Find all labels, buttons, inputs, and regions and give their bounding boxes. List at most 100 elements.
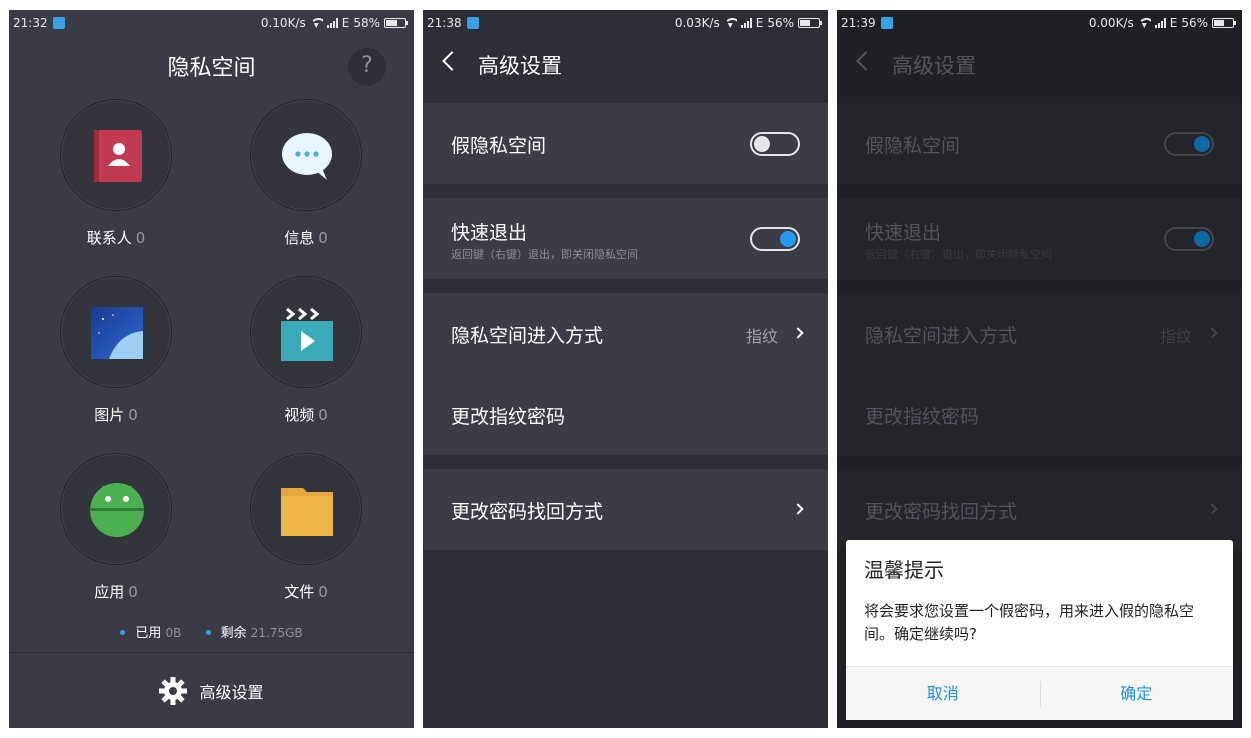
free-label: 剩余 [220,626,247,641]
tile-label: 应用 [94,583,125,601]
fake-space-dialog-screen: 21:39 0.00K/s E 56% 高级设置 假隐私空间 快速退出 返回键（… [837,10,1242,728]
fake-space-toggle[interactable] [750,132,800,156]
back-arrow-icon[interactable] [442,51,462,71]
video-icon [281,307,333,361]
entry-section: 隐私空间进入方式 指纹 更改指纹密码 [837,293,1242,455]
sim-icon [881,17,893,29]
chevron-right-icon [792,327,804,339]
cancel-button[interactable]: 取消 [846,667,1040,721]
row-value: 指纹 [745,327,778,346]
tile-label: 信息 [284,229,315,247]
tile-circle [60,99,172,211]
row-label: 快速退出 [865,222,942,244]
used-dot [120,630,126,635]
row-label: 快速退出 [451,222,528,244]
advanced-settings-label: 高级设置 [199,682,264,702]
chevron-right-icon [1206,503,1218,515]
status-time: 21:32 [13,16,48,30]
entry-method-row: 隐私空间进入方式 指纹 [837,293,1242,374]
row-label: 隐私空间进入方式 [865,325,1018,347]
net-speed: 0.10K/s [260,16,306,30]
recovery-row[interactable]: 更改密码找回方式 [423,469,828,550]
battery-percent: 56% [1181,16,1208,30]
sim-icon [53,17,65,29]
used-value: 0B [165,626,182,640]
row-label: 更改密码找回方式 [451,501,604,523]
tile-circle [250,99,362,211]
tile-circle [60,276,172,388]
tile-count: 0 [318,406,328,424]
tile-label: 文件 [284,583,315,601]
toggle-knob [754,136,770,152]
status-bar: 21:39 0.00K/s E 56% [837,10,1242,36]
tile-gallery[interactable]: 图片 0 [26,276,206,425]
wifi-icon [723,18,737,28]
battery-icon [384,18,408,28]
confirm-button[interactable]: 确定 [1040,667,1234,721]
confirm-dialog: 温馨提示 将会要求您设置一个假密码，用来进入假的隐私空间。确定继续吗? 取消 确… [846,540,1233,720]
network-type: E [1169,16,1178,30]
row-label: 假隐私空间 [865,135,961,157]
free-dot [205,630,211,635]
chevron-right-icon [1206,327,1218,339]
gear-icon [159,676,188,705]
net-speed: 0.00K/s [1088,16,1134,30]
battery-icon [1212,18,1236,28]
row-subtitle: 返回键（右键）退出，即关闭隐私空间 [451,248,638,261]
help-button[interactable]: ? [348,48,386,86]
advanced-settings-button[interactable]: 高级设置 [9,652,414,728]
page-title: 高级设置 [892,54,976,78]
net-speed: 0.03K/s [674,16,720,30]
top-bar: 高级设置 [423,36,828,92]
status-bar: 21:38 0.03K/s E 56% [423,10,828,36]
tile-label: 联系人 [86,229,132,247]
storage-info: 已用 0B 剩余 21.75GB [9,622,414,641]
battery-percent: 58% [353,16,380,30]
tile-circle [60,453,172,565]
change-fingerprint-row[interactable]: 更改指纹密码 [423,374,828,455]
fake-space-row: 假隐私空间 [837,103,1242,184]
used-label: 已用 [135,626,162,641]
fake-space-row[interactable]: 假隐私空间 [423,103,828,184]
android-icon [90,483,144,537]
messages-icon [282,133,332,180]
privacy-space-screen: 21:32 0.10K/s E 58% 隐私空间 ? 联系人 0 信息 0 图片… [9,10,414,728]
wifi-icon [309,18,323,28]
folder-icon [281,488,333,536]
tile-count: 0 [318,583,328,601]
battery-percent: 56% [767,16,794,30]
status-bar: 21:32 0.10K/s E 58% [9,10,414,36]
toggle-knob [1194,231,1210,247]
row-label: 更改指纹密码 [865,406,980,428]
wifi-icon [1137,18,1151,28]
quick-exit-toggle[interactable] [750,227,800,251]
page-title: 高级设置 [478,54,562,78]
row-label: 假隐私空间 [451,135,547,157]
row-label: 更改密码找回方式 [865,501,1018,523]
recovery-row: 更改密码找回方式 [837,469,1242,550]
entry-section: 隐私空间进入方式 指纹 更改指纹密码 [423,293,828,455]
tile-messages[interactable]: 信息 0 [216,99,396,248]
quick-exit-toggle [1164,227,1214,251]
entry-method-row[interactable]: 隐私空间进入方式 指纹 [423,293,828,374]
tile-count: 0 [128,406,138,424]
network-type: E [341,16,350,30]
row-label: 更改指纹密码 [451,406,566,428]
tile-count: 0 [128,583,138,601]
dialog-message: 将会要求您设置一个假密码，用来进入假的隐私空间。确定继续吗? [864,602,1195,643]
signal-icon [326,18,338,28]
status-time: 21:39 [841,16,876,30]
dialog-actions: 取消 确定 [846,666,1233,720]
tile-files[interactable]: 文件 0 [216,453,396,602]
tile-video[interactable]: 视频 0 [216,276,396,425]
quick-exit-row[interactable]: 快速退出 返回键（右键）退出，即关闭隐私空间 [423,198,828,279]
toggle-knob [780,231,796,247]
tile-circle [250,276,362,388]
tile-apps[interactable]: 应用 0 [26,453,206,602]
contacts-icon [94,130,142,182]
tile-label: 图片 [94,406,125,424]
row-label: 隐私空间进入方式 [451,325,604,347]
signal-icon [1154,18,1166,28]
fake-space-toggle [1164,132,1214,156]
tile-contacts[interactable]: 联系人 0 [26,99,206,248]
